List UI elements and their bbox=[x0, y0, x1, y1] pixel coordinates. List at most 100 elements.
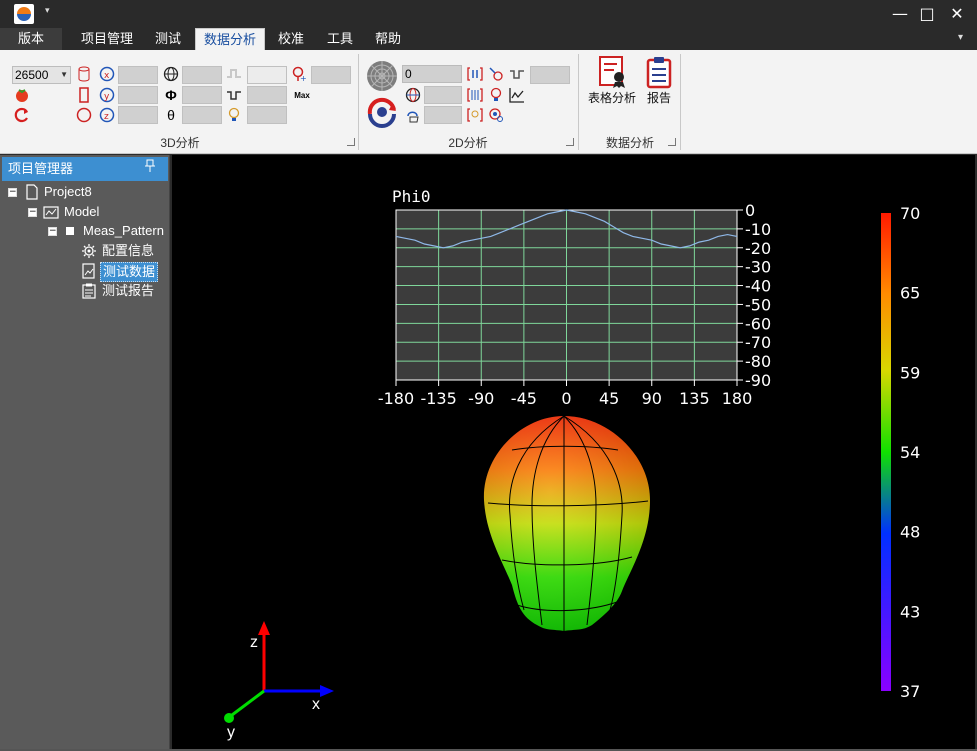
globe-2d-icon[interactable] bbox=[404, 86, 422, 104]
pulse-icon[interactable] bbox=[225, 86, 243, 104]
svg-text:z: z bbox=[104, 112, 109, 122]
pin-add-icon[interactable]: + bbox=[290, 65, 308, 83]
maximize-button[interactable]: □ bbox=[913, 3, 941, 25]
tick-label-y: -60 bbox=[745, 314, 771, 333]
line-chart-icon[interactable] bbox=[508, 86, 526, 104]
bulb-2d-icon[interactable] bbox=[487, 86, 505, 104]
chart-title: Phi0 bbox=[392, 187, 431, 206]
frequency-select[interactable]: 26500 ▼ bbox=[12, 66, 71, 84]
group-data-launcher-icon[interactable] bbox=[668, 138, 676, 146]
minimize-button[interactable]: — bbox=[886, 3, 914, 25]
x-axis-icon[interactable]: x bbox=[98, 65, 116, 83]
svg-text:y: y bbox=[104, 92, 110, 102]
globe-icon[interactable] bbox=[162, 65, 180, 83]
report-button[interactable]: 报告 bbox=[640, 55, 678, 106]
group-3d-label: 3D分析 bbox=[160, 136, 200, 150]
pulse-2d-field[interactable] bbox=[530, 66, 570, 84]
gear-icon bbox=[81, 243, 97, 259]
tick-label-y: -30 bbox=[745, 258, 771, 277]
group-3d-launcher-icon[interactable] bbox=[347, 138, 355, 146]
tab-help[interactable]: 帮助 bbox=[368, 28, 408, 50]
polar-plot-icon[interactable] bbox=[366, 60, 398, 92]
radiation-pattern-3d bbox=[483, 415, 650, 631]
tab-analysis[interactable]: 数据分析 bbox=[195, 28, 265, 50]
tomato-icon[interactable] bbox=[13, 86, 31, 104]
plot-view[interactable]: -180 -135 -90 -45 0 45 90 135 180 0 -10 -20 -30 -40 -5… bbox=[172, 155, 975, 749]
bracket-bars-icon[interactable] bbox=[466, 65, 484, 83]
bulb-icon[interactable] bbox=[225, 106, 243, 124]
frequency-value: 26500 bbox=[15, 68, 49, 82]
tree-label-project: Project8 bbox=[44, 184, 92, 199]
table-analysis-button[interactable]: 表格分析 bbox=[585, 55, 639, 106]
globe-field[interactable] bbox=[182, 66, 222, 84]
hand-rotate-icon[interactable] bbox=[404, 106, 422, 124]
tree-item-model[interactable]: − Model bbox=[26, 203, 166, 221]
colorbar-label: 48 bbox=[900, 523, 920, 542]
square-icon bbox=[66, 227, 74, 235]
tab-tools[interactable]: 工具 bbox=[320, 28, 360, 50]
y-field[interactable] bbox=[118, 86, 158, 104]
cylinder-icon[interactable] bbox=[75, 65, 93, 83]
collapse-icon[interactable]: − bbox=[8, 188, 17, 197]
rectangle-icon[interactable] bbox=[75, 86, 93, 104]
z-axis-icon[interactable]: z bbox=[98, 106, 116, 124]
tab-file[interactable]: 版本 bbox=[0, 28, 62, 50]
group-2d-launcher-icon[interactable] bbox=[566, 138, 574, 146]
group-separator bbox=[680, 54, 681, 150]
max-field[interactable] bbox=[311, 66, 351, 84]
x-field[interactable] bbox=[118, 66, 158, 84]
colorbar-label: 65 bbox=[900, 284, 920, 303]
report-label: 报告 bbox=[646, 91, 671, 105]
refresh-icon[interactable] bbox=[13, 106, 31, 124]
close-button[interactable]: ✕ bbox=[943, 3, 971, 25]
tab-project[interactable]: 项目管理 bbox=[72, 28, 142, 50]
tree-item-project[interactable]: − Project8 bbox=[6, 183, 166, 201]
tree-item-test-data[interactable]: 测试数据 bbox=[80, 262, 168, 282]
y-axis-icon[interactable]: y bbox=[98, 86, 116, 104]
bracket-lines-icon[interactable] bbox=[466, 86, 484, 104]
tree-label-test-report: 测试报告 bbox=[102, 283, 155, 298]
ribbon-collapse-icon[interactable]: ▾ bbox=[958, 32, 963, 43]
clipboard-icon bbox=[81, 283, 97, 299]
plot-canvas: -180 -135 -90 -45 0 45 90 135 1800-10-20-30-40-5… bbox=[224, 187, 920, 741]
tick-label-y: -90 bbox=[745, 371, 771, 390]
quick-access-dropdown-icon[interactable]: ▾ bbox=[45, 5, 50, 16]
axis-label-x: x bbox=[312, 696, 320, 713]
pulse-field-disabled bbox=[247, 66, 287, 84]
phi-field[interactable] bbox=[182, 86, 222, 104]
pulse-field[interactable] bbox=[247, 86, 287, 104]
group-separator bbox=[358, 54, 359, 150]
bulb-field[interactable] bbox=[247, 106, 287, 124]
table-analysis-label: 表格分析 bbox=[587, 91, 636, 105]
theta-field[interactable] bbox=[182, 106, 222, 124]
probe-icon[interactable] bbox=[487, 65, 505, 83]
rotate-2d-field[interactable] bbox=[424, 106, 462, 124]
target-icon[interactable] bbox=[487, 106, 505, 124]
circle-icon[interactable] bbox=[75, 106, 93, 124]
collapse-icon[interactable]: − bbox=[48, 227, 57, 236]
tick-label-x: 90 bbox=[642, 389, 662, 408]
model-icon bbox=[43, 204, 59, 220]
tree-item-meas-pattern[interactable]: − Meas_Pattern bbox=[46, 222, 166, 240]
z-field[interactable] bbox=[118, 106, 158, 124]
tick-label-y: -10 bbox=[745, 220, 771, 239]
tree-item-config[interactable]: 配置信息 bbox=[80, 242, 168, 260]
rotate-view-icon[interactable] bbox=[366, 96, 398, 128]
tree-item-test-report[interactable]: 测试报告 bbox=[80, 282, 168, 300]
tab-calibrate[interactable]: 校准 bbox=[272, 28, 310, 50]
pulse-2d-icon[interactable] bbox=[508, 65, 526, 83]
bracket-bulb-icon[interactable] bbox=[466, 106, 484, 124]
collapse-icon[interactable]: − bbox=[28, 208, 37, 217]
table-analysis-icon bbox=[595, 55, 629, 89]
tick-label-x: 45 bbox=[599, 389, 619, 408]
pin-icon[interactable] bbox=[144, 157, 156, 181]
axes-gizmo: z x y bbox=[224, 621, 334, 741]
tick-label-y: -80 bbox=[745, 352, 771, 371]
document-icon bbox=[24, 184, 40, 200]
colorbar-label: 43 bbox=[900, 602, 920, 621]
axis-label-y: y bbox=[227, 724, 235, 741]
tab-test[interactable]: 测试 bbox=[148, 28, 188, 50]
colorbar-label: 59 bbox=[900, 363, 920, 382]
angle-field[interactable]: 0 bbox=[402, 65, 462, 83]
globe-2d-field[interactable] bbox=[424, 86, 462, 104]
